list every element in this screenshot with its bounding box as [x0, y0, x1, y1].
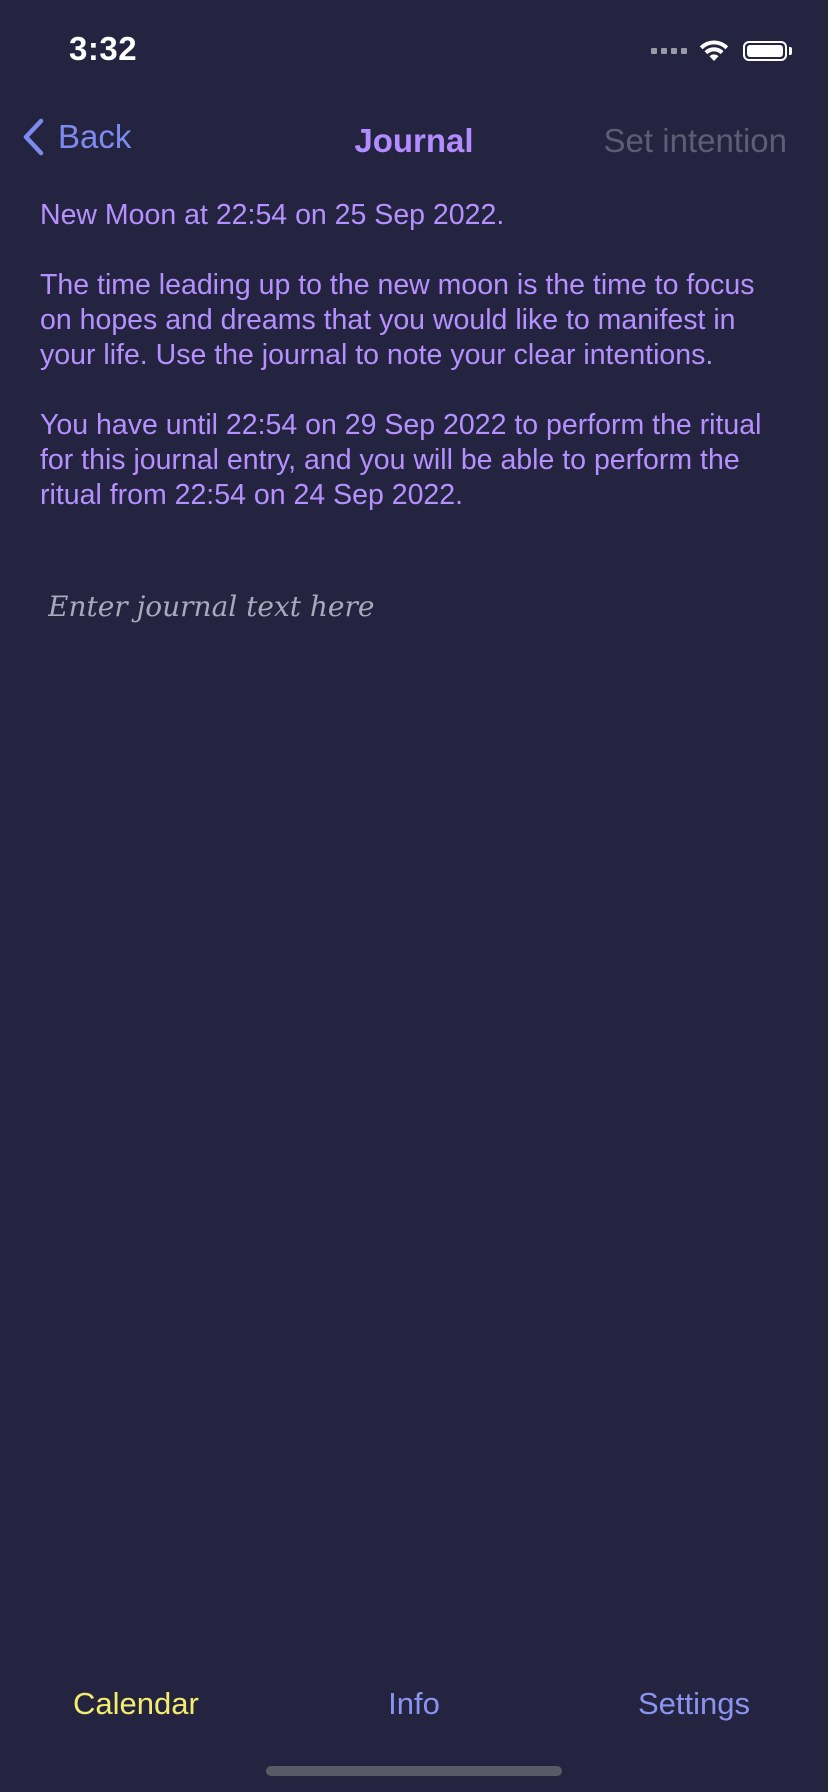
- set-intention-button[interactable]: Set intention: [604, 122, 787, 160]
- journal-description: New Moon at 22:54 on 25 Sep 2022. The ti…: [40, 198, 790, 548]
- wifi-icon: [699, 40, 729, 61]
- status-icons: [651, 36, 792, 66]
- intention-guidance: The time leading up to the new moon is t…: [40, 269, 755, 371]
- tab-settings[interactable]: Settings: [638, 1686, 750, 1722]
- status-time: 3:32: [69, 30, 138, 67]
- signal-icon: [651, 48, 687, 54]
- tab-calendar[interactable]: Calendar: [73, 1686, 199, 1722]
- battery-icon: [743, 41, 792, 61]
- moon-phase-date: New Moon at 22:54 on 25 Sep 2022.: [40, 199, 505, 231]
- status-bar: 3:32: [0, 0, 828, 100]
- navigation-bar: Back Journal Set intention: [0, 110, 828, 170]
- tab-bar: Info Calendar Settings: [0, 1676, 828, 1736]
- ritual-window: You have until 22:54 on 29 Sep 2022 to p…: [40, 409, 762, 511]
- home-indicator: [266, 1766, 562, 1776]
- journal-text-input[interactable]: [48, 588, 788, 1468]
